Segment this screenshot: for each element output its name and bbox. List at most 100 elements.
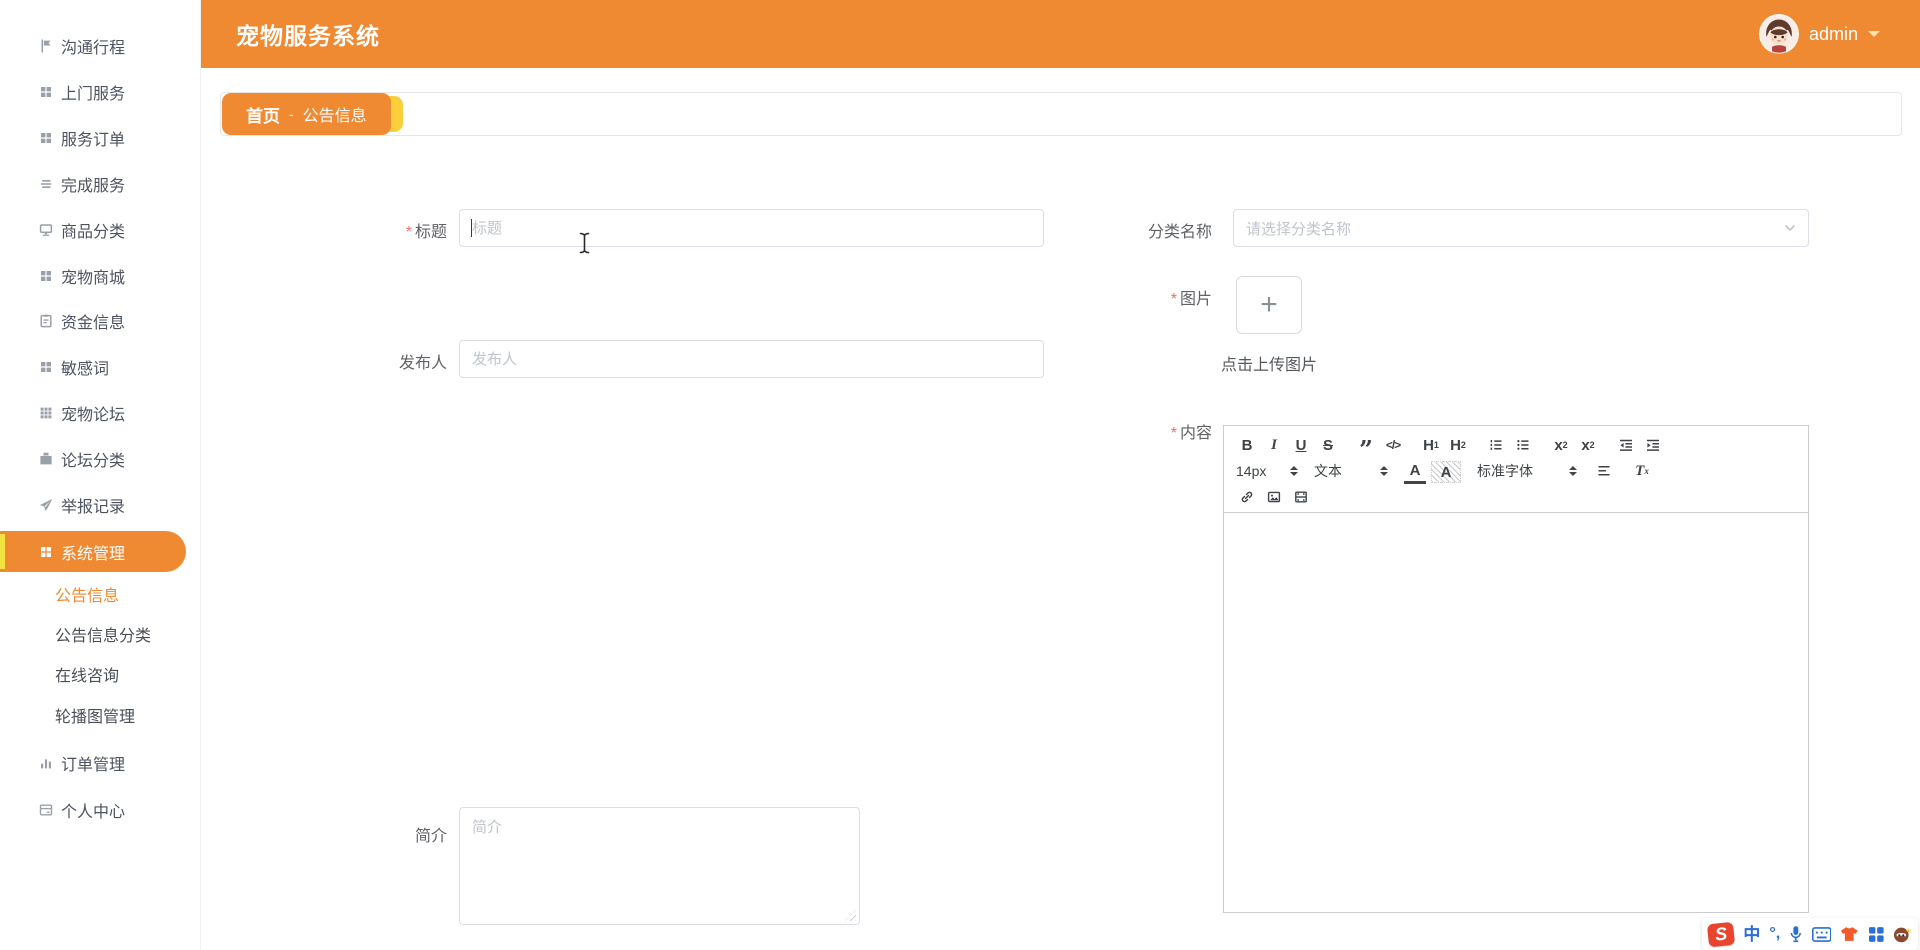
required-mark: * [1170,291,1177,308]
sidebar-item-label: 宠物论坛 [61,407,126,424]
intro-label: 简介 [414,828,447,845]
sidebar-item-product-category[interactable]: 商品分类 [0,210,200,250]
sidebar-item-label: 宠物商城 [61,270,126,287]
emoji-icon[interactable] [1893,926,1912,943]
sidebar-item-sensitive-words[interactable]: 敏感词 [0,347,200,387]
category-select[interactable]: 请选择分类名称 [1233,209,1809,247]
sidebar-subitem-label: 轮播图管理 [55,709,136,726]
link-icon[interactable] [1236,485,1258,509]
clipboard-icon [38,313,54,329]
text-color-button[interactable]: A [1404,461,1426,484]
editor-toolbar: B I U S ” </> H1 H2 x2 x2 14px 文本 A A 标准… [1224,426,1808,513]
bar-chart-icon [38,755,54,771]
toolbox-icon[interactable] [1868,926,1885,943]
category-placeholder: 请选择分类名称 [1246,220,1352,238]
publisher-label: 发布人 [398,355,447,372]
sogou-logo[interactable]: S [1706,921,1736,947]
align-icon[interactable] [1593,459,1615,483]
list-lines-icon [38,176,54,192]
sidebar-item-forum-category[interactable]: 论坛分类 [0,439,200,479]
grid-icon [38,130,54,146]
monitor-icon [38,222,54,238]
sidebar-item-pet-mall[interactable]: 宠物商城 [0,256,200,296]
superscript-button[interactable]: x2 [1577,433,1599,457]
sidebar-subitem-online-consult[interactable]: 在线咨询 [0,656,200,692]
breadcrumb: 首页 - 公告信息 [222,93,403,135]
sidebar-item-label: 系统管理 [61,545,126,563]
text-caret [471,219,472,237]
image-label: * 图片 [1170,291,1212,308]
sidebar-item-finished-service[interactable]: 完成服务 [0,164,200,204]
header-2-button[interactable]: H2 [1447,433,1469,457]
grid-icon [38,268,54,284]
ime-toolbar: S 中 °, [1702,918,1918,950]
font-family-select[interactable]: 标准字体 [1477,459,1577,483]
punctuation-icon[interactable]: °, [1769,926,1780,942]
upload-hint: 点击上传图片 [1221,357,1318,374]
plus-icon: + [1260,288,1278,321]
grid9-icon [38,405,54,421]
send-icon [38,497,54,513]
sidebar-item-service-orders[interactable]: 服务订单 [0,118,200,158]
chinese-mode-icon[interactable]: 中 [1743,926,1760,943]
video-icon[interactable] [1290,485,1312,509]
microphone-icon[interactable] [1789,925,1803,943]
font-size-select[interactable]: 14px [1236,459,1298,483]
title-input[interactable] [459,209,1044,247]
updown-arrows-icon [1290,466,1298,476]
paragraph-style-select[interactable]: 文本 [1314,459,1388,483]
grid-icon [38,544,54,560]
sidebar-subitem-carousel-management[interactable]: 轮播图管理 [0,697,200,733]
sidebar-subitem-label: 公告信息分类 [55,628,152,645]
strikethrough-button[interactable]: S [1317,433,1339,457]
keyboard-icon[interactable] [1811,926,1832,942]
publisher-input[interactable] [459,340,1044,378]
sidebar-item-funds-info[interactable]: 资金信息 [0,301,200,341]
italic-button[interactable]: I [1263,433,1285,457]
grid-icon [38,359,54,375]
sidebar-item-communication-trip[interactable]: 沟通行程 [0,26,200,66]
breadcrumb-home-link[interactable]: 首页 [246,102,280,127]
sidebar-subitem-announcement[interactable]: 公告信息 [0,576,200,612]
title-label: * 标题 [405,224,447,241]
header-1-button[interactable]: H1 [1420,433,1442,457]
sidebar-item-report-records[interactable]: 举报记录 [0,485,200,525]
rich-text-editor: B I U S ” </> H1 H2 x2 x2 14px 文本 A A 标准… [1223,425,1809,913]
bold-button[interactable]: B [1236,433,1258,457]
chevron-down-icon [1868,31,1880,43]
sidebar-item-label: 论坛分类 [61,453,126,470]
indent-icon[interactable] [1642,433,1664,457]
app-window: 沟通行程 上门服务 服务订单 完成服务 商品分类 宠物商城 资金信息 敏感词 宠… [0,0,1920,950]
sidebar-item-pet-forum[interactable]: 宠物论坛 [0,393,200,433]
sidebar-item-personal-center[interactable]: 个人中心 [0,790,200,830]
sidebar-item-order-management[interactable]: 订单管理 [0,743,200,783]
code-block-button[interactable]: </> [1382,433,1404,457]
flag-icon [38,38,54,54]
sidebar-subitem-announcement-category[interactable]: 公告信息分类 [0,616,200,652]
card-icon [38,802,54,818]
highlight-color-button[interactable]: A [1431,461,1461,483]
editor-content-area[interactable] [1224,513,1808,911]
outdent-icon[interactable] [1615,433,1637,457]
chevron-down-icon [1784,224,1796,232]
bullet-list-icon[interactable] [1512,433,1534,457]
intro-textarea[interactable] [459,807,860,925]
skin-icon[interactable] [1840,926,1859,942]
required-mark: * [1170,425,1177,442]
sidebar-item-label: 商品分类 [61,224,126,241]
ibeam-cursor [579,232,590,254]
image-upload-button[interactable]: + [1236,276,1302,334]
sidebar-item-door-service[interactable]: 上门服务 [0,72,200,112]
username: admin [1808,23,1858,44]
blockquote-button[interactable]: ” [1355,428,1377,462]
sidebar-subitem-label: 在线咨询 [55,668,120,685]
user-menu[interactable]: admin [1758,14,1880,54]
sidebar-item-system-management[interactable]: 系统管理 [0,531,186,572]
image-icon[interactable] [1263,485,1285,509]
page-title: 宠物服务系统 [236,23,380,49]
underline-button[interactable]: U [1290,433,1312,457]
clean-format-button[interactable]: Tx [1631,459,1653,483]
ordered-list-icon[interactable] [1485,433,1507,457]
sidebar-item-label: 敏感词 [61,361,110,378]
subscript-button[interactable]: x2 [1550,433,1572,457]
